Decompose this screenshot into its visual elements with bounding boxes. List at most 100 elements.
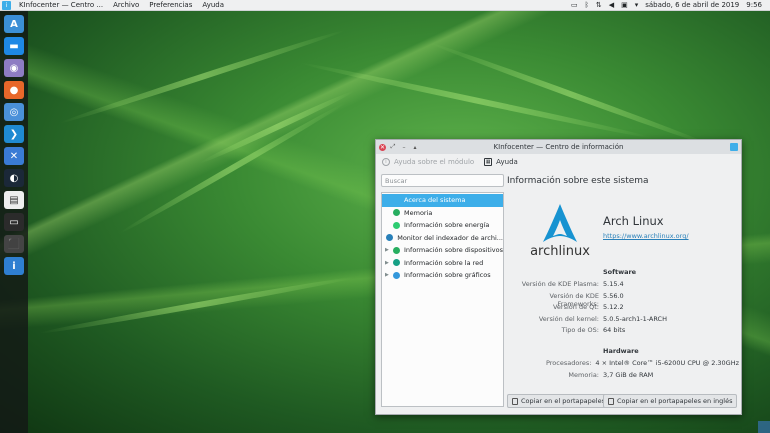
copy-icon xyxy=(608,397,614,405)
copy-button-label: Copiar en el portapapeles xyxy=(521,397,605,405)
software-heading: Software xyxy=(603,268,637,276)
notification-icon[interactable]: ▣ xyxy=(621,0,628,11)
info-value: 3,7 GiB de RAM xyxy=(603,370,654,379)
help-button[interactable]: ▦ Ayuda xyxy=(484,158,518,166)
distro-name: Arch Linux xyxy=(603,214,664,228)
module-icon xyxy=(386,234,394,242)
content-pane: Información sobre este sistema archlinux… xyxy=(507,176,739,414)
kinfocenter-icon: i xyxy=(2,0,11,10)
dock-tool-icon[interactable]: ✕ xyxy=(4,147,24,165)
tree-item[interactable]: Monitor del indexador de archi... xyxy=(382,232,503,245)
dock-vscode-icon[interactable]: ❯ xyxy=(4,125,24,143)
dock-discover-icon[interactable]: ◉ xyxy=(4,59,24,77)
system-tray: ▭ ᛒ ⇅ ◀ ▣ ▾ sábado, 6 de abril de 2019 9… xyxy=(571,0,770,11)
show-desktop-icon[interactable] xyxy=(758,421,770,433)
dock-info-icon[interactable]: i xyxy=(4,257,24,275)
dock-package-icon[interactable]: ⬛ xyxy=(4,235,24,253)
info-row: Procesadores: 4 × Intel® Core™ i5-6200U C… xyxy=(507,359,739,370)
tree-item[interactable]: Memoria xyxy=(382,207,503,220)
info-key: Versión de Qt: xyxy=(552,303,599,311)
arch-logo: archlinux xyxy=(530,204,590,258)
distro-link[interactable]: https://www.archlinux.org/ xyxy=(603,232,689,240)
chevron-right-icon[interactable]: ▶ xyxy=(385,260,393,266)
pin-icon[interactable]: ⤢ xyxy=(389,143,397,151)
copy-english-button-label: Copiar en el portapapeles en inglés xyxy=(617,397,733,405)
dock-steam-icon[interactable]: ◐ xyxy=(4,169,24,187)
tree-item-label: Acerca del sistema xyxy=(404,196,466,205)
window-titlebar[interactable]: ✕ ⤢ – ▴ KInfocenter — Centro de informac… xyxy=(376,140,741,154)
dock-terminal-icon[interactable]: ▭ xyxy=(4,213,24,231)
time-label[interactable]: 9:56 xyxy=(746,1,762,9)
kinfocenter-icon xyxy=(730,143,738,151)
info-key: Procesadores: xyxy=(545,359,592,367)
page-title: Información sobre este sistema xyxy=(507,176,649,186)
tree-item[interactable]: Información sobre energía xyxy=(382,219,503,232)
bluetooth-icon[interactable]: ᛒ xyxy=(585,0,589,11)
module-tree: Acerca del sistema Memoria Información sob… xyxy=(381,192,504,407)
tree-item[interactable]: ▶ Información sobre dispositivos xyxy=(382,244,503,257)
grass-blade xyxy=(39,274,356,336)
grass-blade xyxy=(299,60,653,141)
info-icon: i xyxy=(382,158,390,166)
maximize-icon[interactable]: ▴ xyxy=(411,143,419,151)
info-value: 5.15.4 xyxy=(603,280,624,288)
copy-button[interactable]: Copiar en el portapapeles xyxy=(507,394,610,408)
info-row: Versión de KDE Plasma: 5.15.4 xyxy=(507,280,739,291)
tree-item[interactable]: Acerca del sistema xyxy=(382,194,503,207)
help-module-button[interactable]: i Ayuda sobre el módulo xyxy=(382,158,474,166)
copy-english-button[interactable]: Copiar en el portapapeles en inglés xyxy=(603,394,738,408)
grass-blade xyxy=(198,88,356,166)
volume-icon[interactable]: ◀ xyxy=(609,0,614,11)
info-key: Versión del kernel: xyxy=(538,314,599,323)
chevron-down-icon[interactable]: ▾ xyxy=(635,0,639,11)
info-row: Tipo de OS: 64 bits xyxy=(507,326,739,337)
grass-blade xyxy=(118,100,347,236)
module-icon xyxy=(393,259,400,267)
info-key: Versión de KDE Plasma: xyxy=(521,280,599,288)
tree-item[interactable]: ▶ Información sobre la red xyxy=(382,257,503,270)
help-module-label: Ayuda sobre el módulo xyxy=(394,158,475,166)
info-value: 5.12.2 xyxy=(603,303,624,311)
minimize-icon[interactable]: – xyxy=(400,143,408,151)
battery-icon[interactable]: ▭ xyxy=(571,0,578,11)
chevron-right-icon[interactable]: ▶ xyxy=(385,247,393,253)
module-icon xyxy=(393,246,400,254)
network-icon[interactable]: ⇅ xyxy=(596,0,602,11)
window-title: KInfocenter — Centro de información xyxy=(493,143,624,151)
info-row: Versión del kernel: 5.0.5-arch1-1-ARCH xyxy=(507,315,739,326)
kinfocenter-window: ✕ ⤢ – ▴ KInfocenter — Centro de informac… xyxy=(375,139,742,415)
copy-icon xyxy=(512,397,518,405)
help-label: Ayuda xyxy=(496,158,518,166)
app-title[interactable]: KInfocenter — Centro ... xyxy=(14,1,108,9)
top-panel: i KInfocenter — Centro ... Archivo Prefe… xyxy=(0,0,770,11)
module-icon xyxy=(393,196,400,204)
dock-document-icon[interactable]: ▤ xyxy=(4,191,24,209)
tree-item-label: Memoria xyxy=(404,208,433,217)
dock: A ▬ ◉ ● ◎ ❯ ✕ ◐ ▤ ▭ ⬛ i xyxy=(0,11,28,433)
info-value: 5.56.0 xyxy=(603,291,624,300)
tree-item-label: Información sobre gráficos xyxy=(404,271,491,280)
hardware-heading: Hardware xyxy=(603,347,639,355)
dock-files-icon[interactable]: ▬ xyxy=(4,37,24,55)
toolbar: i Ayuda sobre el módulo ▦ Ayuda xyxy=(376,154,741,170)
menu-ayuda[interactable]: Ayuda xyxy=(197,1,229,9)
date-label[interactable]: sábado, 6 de abril de 2019 xyxy=(645,1,739,9)
module-icon xyxy=(393,209,400,217)
search-input[interactable]: Buscar xyxy=(381,174,504,187)
close-icon[interactable]: ✕ xyxy=(379,143,386,151)
tree-item-label: Información sobre energía xyxy=(404,221,490,230)
tree-item-label: Monitor del indexador de archi... xyxy=(397,233,503,242)
menu-archivo[interactable]: Archivo xyxy=(108,1,144,9)
info-row: Versión de Qt: 5.12.2 xyxy=(507,303,739,314)
menu-preferencias[interactable]: Preferencias xyxy=(144,1,197,9)
chevron-right-icon[interactable]: ▶ xyxy=(385,272,393,278)
module-icon xyxy=(393,221,400,229)
tree-item[interactable]: ▶ Información sobre gráficos xyxy=(382,269,503,282)
info-value: 4 × Intel® Core™ i5-6200U CPU @ 2.30GHz xyxy=(595,359,739,367)
module-icon xyxy=(393,271,400,279)
info-key: Versión de KDE Frameworks: xyxy=(549,291,599,308)
dock-archlabs-icon[interactable]: A xyxy=(4,15,24,33)
sidebar: Buscar Acerca del sistema Memoria Informac… xyxy=(381,174,504,411)
dock-chromium-icon[interactable]: ◎ xyxy=(4,103,24,121)
dock-firefox-icon[interactable]: ● xyxy=(4,81,24,99)
